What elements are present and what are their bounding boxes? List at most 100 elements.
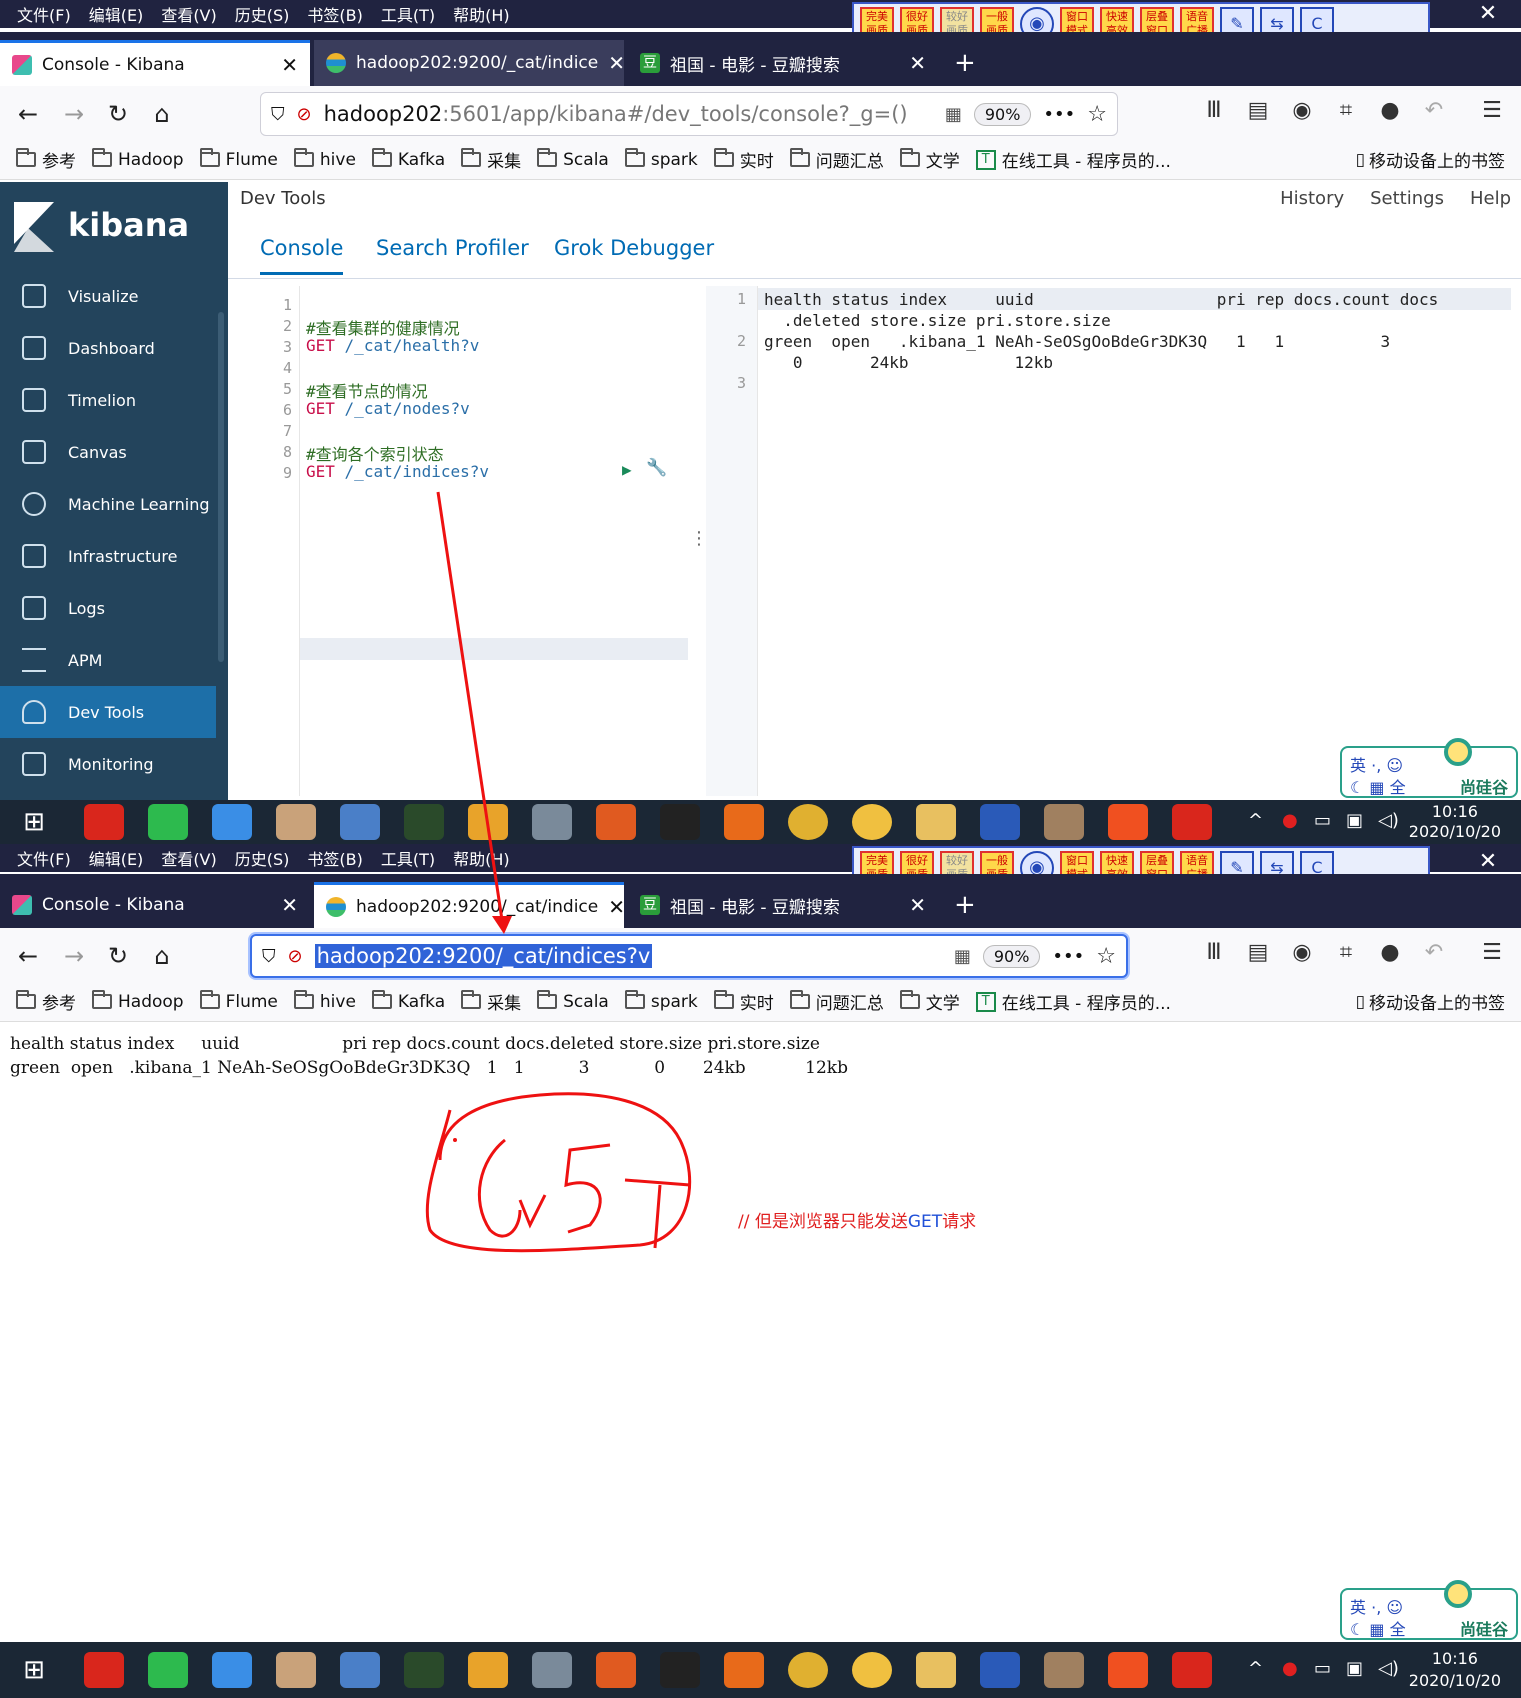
bookmark-folder[interactable]: 实时: [713, 147, 774, 172]
tray-expand-icon[interactable]: ^: [1248, 1658, 1263, 1679]
wrench-icon[interactable]: 🔧: [646, 458, 667, 478]
tab-close-icon[interactable]: ✕: [909, 51, 926, 75]
youdao-icon[interactable]: [84, 804, 124, 840]
bookmark-online-tools[interactable]: T 在线工具 - 程序员的...: [975, 147, 1171, 172]
menu-bookmarks[interactable]: 书签(B): [298, 846, 371, 870]
zoom-level[interactable]: 90%: [982, 944, 1041, 968]
sogou-icon[interactable]: [1172, 1652, 1212, 1688]
menu-edit[interactable]: 编辑(E): [80, 846, 153, 870]
battery-icon[interactable]: ▭: [1314, 810, 1331, 831]
sidebar-item-logs[interactable]: Logs: [0, 582, 216, 634]
sidebar-item-visualize[interactable]: Visualize: [0, 270, 216, 322]
account-icon[interactable]: ◉: [1286, 98, 1318, 123]
clock[interactable]: 10:16 2020/10/20: [1409, 1648, 1501, 1692]
bookmark-online-tools[interactable]: T 在线工具 - 程序员的...: [975, 989, 1171, 1014]
volume-icon[interactable]: ◁): [1378, 1658, 1399, 1679]
chat-bubble-icon[interactable]: ●: [1374, 98, 1406, 123]
record-icon[interactable]: ●: [1282, 1658, 1298, 1679]
account-icon[interactable]: ◉: [1286, 940, 1318, 965]
network-icon[interactable]: ▣: [1346, 1658, 1363, 1679]
menu-edit[interactable]: 编辑(E): [80, 2, 153, 26]
windows-start-icon[interactable]: ⊞: [14, 1652, 54, 1688]
forward-button[interactable]: →: [56, 96, 92, 132]
bookmark-folder[interactable]: hive: [293, 990, 356, 1012]
eclipse-icon[interactable]: [468, 1652, 508, 1688]
tray-expand-icon[interactable]: ^: [1248, 810, 1263, 831]
sidebar-item-canvas[interactable]: Canvas: [0, 426, 216, 478]
page-actions-button[interactable]: •••: [1043, 104, 1075, 125]
screenshot-crop-icon[interactable]: ⌗: [1330, 940, 1362, 965]
url-bar[interactable]: ⛉ ⊘ hadoop202:9200/_cat/indices?v ▦ 90% …: [250, 934, 1128, 978]
word-icon[interactable]: [1044, 804, 1084, 840]
sublime-icon[interactable]: [1108, 1652, 1148, 1688]
emoji-icon[interactable]: [916, 804, 956, 840]
bookmark-folder[interactable]: 文学: [899, 147, 960, 172]
tab-douban-search[interactable]: 豆 祖国 - 电影 - 豆瓣搜索 ✕: [628, 882, 938, 928]
bookmark-star-icon[interactable]: ☆: [1087, 102, 1107, 127]
intellij-icon[interactable]: [724, 804, 764, 840]
network-icon[interactable]: ▣: [1346, 810, 1363, 831]
window-close-button[interactable]: ✕: [1468, 0, 1508, 28]
shield-icon[interactable]: ⛉: [271, 104, 285, 125]
bookmark-folder[interactable]: Flume: [199, 148, 278, 170]
bookmark-folder[interactable]: 问题汇总: [789, 989, 884, 1014]
bookmark-folder[interactable]: spark: [624, 990, 698, 1012]
menu-help[interactable]: 帮助(H): [444, 2, 519, 26]
tab-search-profiler[interactable]: Search Profiler: [376, 236, 529, 260]
menu-file[interactable]: 文件(F): [8, 846, 80, 870]
menu-view[interactable]: 查看(V): [152, 846, 225, 870]
bookmark-star-icon[interactable]: ☆: [1096, 944, 1116, 969]
chrome-icon[interactable]: [852, 1652, 892, 1688]
new-tab-button[interactable]: +: [942, 40, 982, 86]
sogou-icon[interactable]: [1172, 804, 1212, 840]
tiles-icon[interactable]: [660, 1652, 700, 1688]
sidebar-item-infrastructure[interactable]: Infrastructure: [0, 530, 216, 582]
chat-bubble-icon[interactable]: ●: [1374, 940, 1406, 965]
wechat-icon[interactable]: [148, 804, 188, 840]
tab-console[interactable]: Console: [260, 236, 344, 275]
avatar-app-icon[interactable]: [276, 1652, 316, 1688]
menu-file[interactable]: 文件(F): [8, 2, 80, 26]
chrome-icon[interactable]: [852, 804, 892, 840]
youdao-icon[interactable]: [84, 1652, 124, 1688]
tiles-icon[interactable]: [660, 804, 700, 840]
baidu-netdisk-icon[interactable]: [212, 804, 252, 840]
back-button[interactable]: ←: [10, 938, 46, 974]
app-menu-button[interactable]: ☰: [1476, 940, 1508, 965]
bookmark-folder[interactable]: 采集: [461, 989, 521, 1014]
menu-tools[interactable]: 工具(T): [372, 846, 444, 870]
qr-code-icon[interactable]: ▦: [954, 946, 971, 967]
undo-icon[interactable]: ↶: [1418, 98, 1450, 123]
bookmark-folder[interactable]: Scala: [537, 990, 609, 1012]
sidebar-toggle-icon[interactable]: ▤: [1242, 98, 1274, 123]
screenshot-crop-icon[interactable]: ⌗: [1330, 98, 1362, 123]
qr-code-icon[interactable]: ▦: [945, 104, 962, 125]
emoji-icon[interactable]: [916, 1652, 956, 1688]
bookmark-folder[interactable]: Flume: [199, 990, 278, 1012]
search-tool-icon[interactable]: [340, 804, 380, 840]
insecure-lock-icon[interactable]: ⊘: [288, 946, 303, 967]
shield-icon[interactable]: ⛉: [262, 946, 276, 967]
word-icon[interactable]: [1044, 1652, 1084, 1688]
menu-tools[interactable]: 工具(T): [372, 2, 444, 26]
firefox-icon[interactable]: [788, 1652, 828, 1688]
bookmark-folder[interactable]: 文学: [899, 989, 960, 1014]
sidebar-toggle-icon[interactable]: ▤: [1242, 940, 1274, 965]
help-link[interactable]: Help: [1470, 188, 1511, 209]
bookmark-folder[interactable]: 实时: [713, 989, 774, 1014]
console-editor[interactable]: 1 2 3 4 5 6 7 8 9 #查看集群的健康情况 GET /_cat/h…: [238, 286, 688, 796]
sublime-icon[interactable]: [1108, 804, 1148, 840]
gallery-icon[interactable]: [596, 804, 636, 840]
undo-icon[interactable]: ↶: [1418, 940, 1450, 965]
sidebar-item-timelion[interactable]: Timelion: [0, 374, 216, 426]
app-menu-button[interactable]: ☰: [1476, 98, 1508, 123]
tab-close-icon[interactable]: ✕: [281, 53, 298, 77]
tab-douban-search[interactable]: 豆 祖国 - 电影 - 豆瓣搜索 ✕: [628, 40, 938, 86]
bookmark-folder[interactable]: 参考: [16, 989, 76, 1014]
sidebar-item-apm[interactable]: APM: [0, 634, 216, 686]
firefox-icon[interactable]: [788, 804, 828, 840]
bookmark-folder[interactable]: spark: [624, 148, 698, 170]
tab-close-icon[interactable]: ✕: [909, 893, 926, 917]
history-link[interactable]: History: [1280, 188, 1344, 209]
mobile-bookmarks[interactable]: ▯ 移动设备上的书签: [1356, 989, 1505, 1015]
